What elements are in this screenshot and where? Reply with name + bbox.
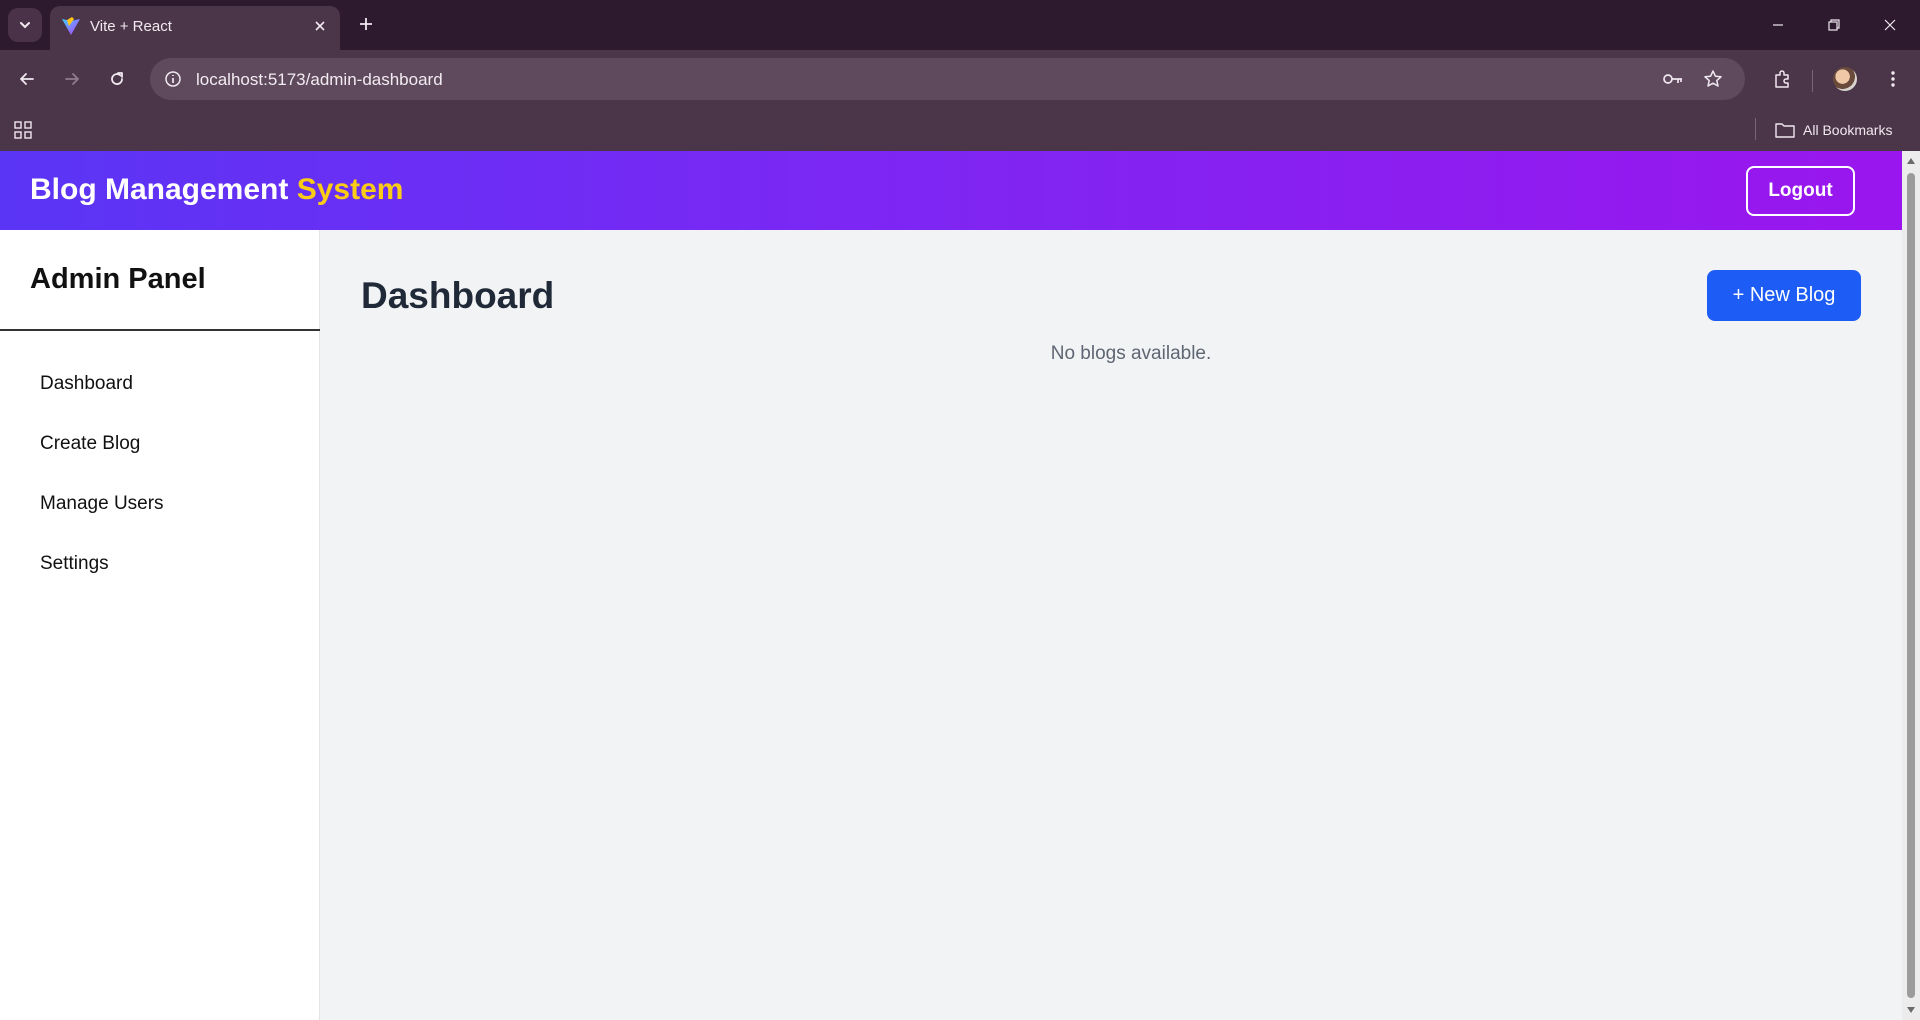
sidebar-item-manage-users[interactable]: Manage Users <box>0 474 320 534</box>
folder-icon <box>1775 123 1795 138</box>
all-bookmarks-button[interactable]: All Bookmarks <box>1775 117 1892 143</box>
bookmarks-bar: All Bookmarks <box>0 108 1920 151</box>
address-bar[interactable]: localhost:5173/admin-dashboard <box>150 58 1745 100</box>
avatar <box>1833 67 1857 91</box>
back-arrow-icon[interactable] <box>10 62 44 96</box>
chevron-down-icon <box>20 22 30 29</box>
apps-grid-icon[interactable] <box>12 119 34 141</box>
admin-sidebar: Admin Panel Dashboard Create Blog Manage… <box>0 230 320 1020</box>
bookmarks-divider <box>1755 118 1756 140</box>
page-title: Dashboard <box>361 275 555 316</box>
browser-tab-active[interactable]: Vite + React <box>50 6 340 50</box>
browser-toolbar: localhost:5173/admin-dashboard <box>0 50 1920 108</box>
brand-title-accent: System <box>296 173 404 206</box>
empty-state-message: No blogs available. <box>1050 343 1212 364</box>
reload-icon[interactable] <box>100 62 134 96</box>
tab-search-button[interactable] <box>8 8 42 42</box>
browser-tab-bar: Vite + React <box>0 0 1920 50</box>
sidebar-nav: Dashboard Create Blog Manage Users Setti… <box>0 354 320 594</box>
scroll-up-arrow-icon[interactable] <box>1906 156 1916 166</box>
password-key-icon[interactable] <box>1660 66 1686 92</box>
tab-close-icon[interactable] <box>310 16 330 36</box>
close-window-icon[interactable] <box>1862 0 1918 50</box>
new-tab-plus-icon[interactable] <box>352 10 380 38</box>
url-text[interactable]: localhost:5173/admin-dashboard <box>196 70 443 90</box>
bookmark-star-icon[interactable] <box>1700 66 1726 92</box>
logout-button[interactable]: Logout <box>1746 166 1855 216</box>
page-viewport: Blog Management System Logout Admin Pane… <box>0 151 1920 1020</box>
main-content: Dashboard + New Blog No blogs available. <box>321 230 1902 1020</box>
sidebar-divider <box>0 329 320 331</box>
site-info-icon[interactable] <box>162 68 184 90</box>
new-blog-button[interactable]: + New Blog <box>1707 270 1861 321</box>
vite-logo-icon <box>62 17 80 35</box>
profile-avatar[interactable] <box>1828 62 1862 96</box>
sidebar-item-create-blog[interactable]: Create Blog <box>0 414 320 474</box>
extensions-puzzle-icon[interactable] <box>1765 62 1799 96</box>
page-scrollbar[interactable] <box>1902 151 1920 1020</box>
toolbar-divider <box>1812 70 1813 92</box>
minimize-icon[interactable] <box>1750 0 1806 50</box>
scrollbar-thumb[interactable] <box>1907 173 1915 998</box>
restore-icon[interactable] <box>1806 0 1862 50</box>
sidebar-title: Admin Panel <box>30 263 206 295</box>
forward-arrow-icon[interactable] <box>55 62 89 96</box>
all-bookmarks-label: All Bookmarks <box>1803 122 1893 138</box>
brand-title: Blog Management System <box>30 173 403 207</box>
sidebar-item-settings[interactable]: Settings <box>0 534 320 594</box>
brand-title-main: Blog Management <box>30 173 289 206</box>
scroll-down-arrow-icon[interactable] <box>1906 1005 1916 1015</box>
app-header: Blog Management System Logout <box>0 151 1902 230</box>
sidebar-item-dashboard[interactable]: Dashboard <box>0 354 320 414</box>
tab-title: Vite + React <box>90 18 172 35</box>
browser-menu-icon[interactable] <box>1876 62 1910 96</box>
